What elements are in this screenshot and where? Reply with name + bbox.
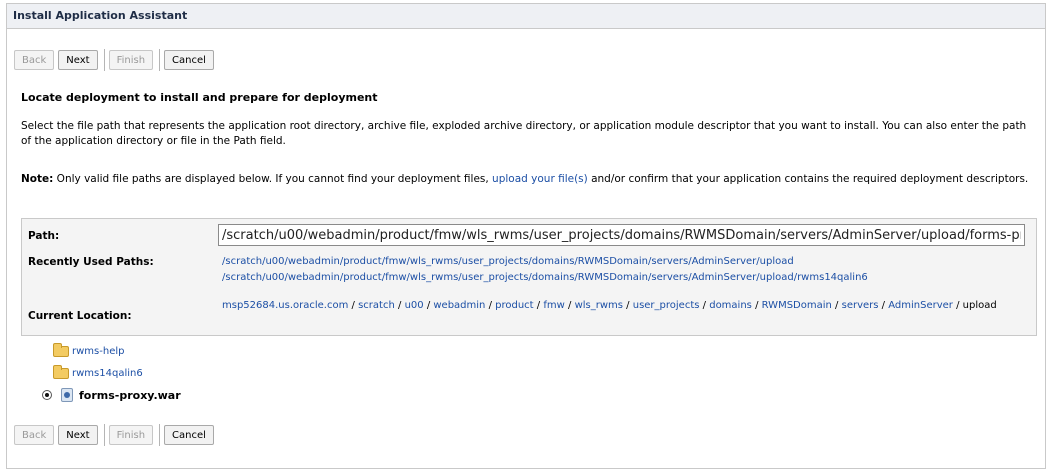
- breadcrumb-webadmin[interactable]: webadmin: [433, 300, 485, 311]
- breadcrumb-domains[interactable]: domains: [709, 300, 752, 311]
- install-assistant-window: Install Application Assistant Back Next …: [6, 3, 1046, 469]
- path-label: Path:: [28, 230, 60, 242]
- radio-selected-icon[interactable]: [42, 390, 52, 400]
- breadcrumb-scratch[interactable]: scratch: [358, 300, 395, 311]
- breadcrumb-current: upload: [962, 300, 997, 311]
- breadcrumb-separator: /: [702, 300, 707, 311]
- breadcrumb-fmw[interactable]: fmw: [543, 300, 564, 311]
- file-item-forms-proxy-war[interactable]: forms-proxy.war: [42, 388, 181, 402]
- next-button[interactable]: Next: [58, 425, 98, 445]
- finish-button[interactable]: Finish: [108, 425, 154, 445]
- top-button-bar: Back Next Finish Cancel: [14, 49, 218, 71]
- path-panel: Path: Recently Used Paths: /scratch/u00/…: [21, 218, 1037, 336]
- upload-files-link[interactable]: upload your file(s): [492, 173, 588, 185]
- back-button[interactable]: Back: [14, 50, 55, 70]
- file-item-label[interactable]: rwms-help: [72, 346, 124, 357]
- folder-icon: [53, 365, 69, 379]
- recent-paths-label: Recently Used Paths:: [28, 256, 154, 268]
- breadcrumb-separator: /: [536, 300, 541, 311]
- breadcrumb-host[interactable]: msp52684.us.oracle.com: [222, 300, 348, 311]
- breadcrumb-separator: /: [398, 300, 402, 311]
- breadcrumb-u00[interactable]: u00: [405, 300, 424, 311]
- button-divider: [159, 49, 161, 71]
- file-item-label[interactable]: rwms14qalin6: [72, 368, 143, 379]
- breadcrumb-separator: /: [488, 300, 492, 311]
- intro-text: Select the file path that represents the…: [21, 120, 1027, 147]
- cancel-button[interactable]: Cancel: [164, 50, 214, 70]
- breadcrumb-separator: /: [568, 300, 572, 311]
- breadcrumb-separator: /: [881, 300, 886, 311]
- button-divider: [103, 49, 105, 71]
- breadcrumb-separator: /: [835, 300, 839, 311]
- breadcrumb-separator: /: [755, 300, 759, 311]
- note-text-after: and/or confirm that your application con…: [587, 173, 1029, 185]
- breadcrumb-separator: /: [626, 300, 630, 311]
- file-item-rwms-help[interactable]: rwms-help: [53, 343, 124, 357]
- note-label: Note:: [21, 173, 54, 185]
- recent-path-link[interactable]: /scratch/u00/webadmin/product/fmw/wls_rw…: [222, 256, 794, 267]
- file-item-rwms14qalin6[interactable]: rwms14qalin6: [53, 365, 143, 379]
- breadcrumb-product[interactable]: product: [495, 300, 533, 311]
- breadcrumb-servers[interactable]: servers: [842, 300, 879, 311]
- breadcrumb-adminserver[interactable]: AdminServer: [888, 300, 953, 311]
- breadcrumb: msp52684.us.oracle.com / scratch / u00 /…: [222, 298, 1028, 314]
- breadcrumb-separator: /: [351, 300, 355, 311]
- war-file-icon: [61, 388, 73, 402]
- section-heading: Locate deployment to install and prepare…: [21, 91, 378, 104]
- current-location-label: Current Location:: [28, 310, 132, 322]
- breadcrumb-separator: /: [426, 300, 431, 311]
- recent-paths-list: /scratch/u00/webadmin/product/fmw/wls_rw…: [222, 254, 1028, 286]
- breadcrumb-separator: /: [956, 300, 960, 311]
- recent-path-link[interactable]: /scratch/u00/webadmin/product/fmw/wls_rw…: [222, 272, 868, 283]
- note-text-before: Only valid file paths are displayed belo…: [53, 173, 493, 185]
- back-button[interactable]: Back: [14, 425, 55, 445]
- note-text: Note: Only valid file paths are displaye…: [21, 172, 1031, 187]
- path-input[interactable]: [218, 224, 1025, 246]
- breadcrumb-wls-rwms[interactable]: wls_rwms: [575, 300, 623, 311]
- button-divider: [159, 424, 161, 446]
- button-divider: [103, 424, 105, 446]
- breadcrumb-rwmsdomain[interactable]: RWMSDomain: [762, 300, 832, 311]
- window-title: Install Application Assistant: [7, 4, 1045, 29]
- breadcrumb-user-projects[interactable]: user_projects: [633, 300, 700, 311]
- next-button[interactable]: Next: [58, 50, 98, 70]
- folder-icon: [53, 343, 69, 357]
- bottom-button-bar: Back Next Finish Cancel: [14, 424, 218, 446]
- file-item-label: forms-proxy.war: [79, 388, 181, 402]
- cancel-button[interactable]: Cancel: [164, 425, 214, 445]
- finish-button[interactable]: Finish: [108, 50, 154, 70]
